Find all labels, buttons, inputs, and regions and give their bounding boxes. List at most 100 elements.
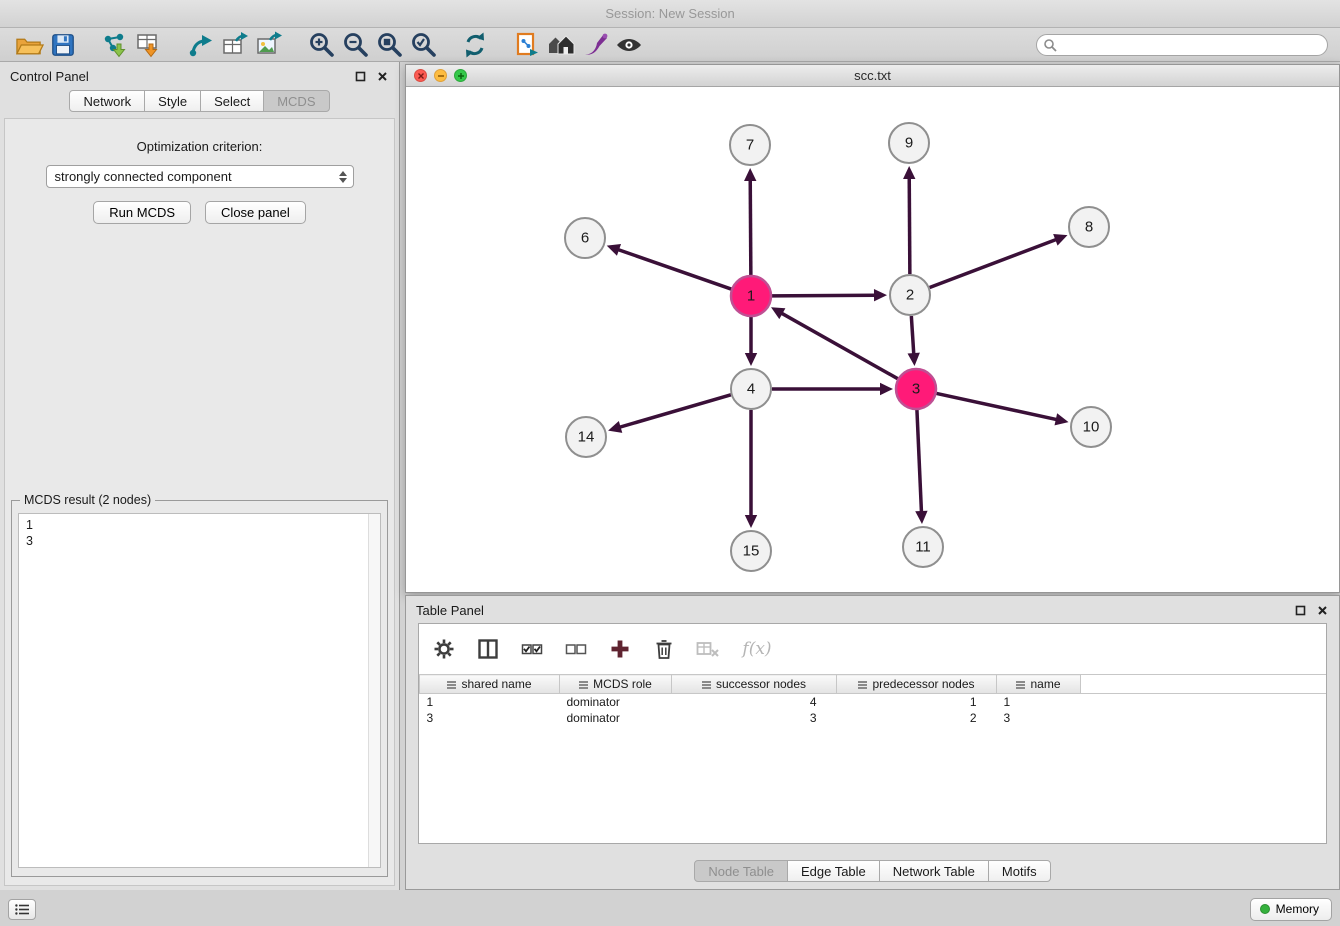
close-table-panel-button[interactable] (1316, 604, 1329, 617)
zoom-selected-button[interactable] (406, 30, 440, 60)
graph-edge-1-2[interactable] (772, 289, 887, 301)
table-cell[interactable]: 3 (672, 710, 837, 726)
import-table-button[interactable] (132, 30, 166, 60)
export-network-button[interactable] (184, 30, 218, 60)
graph-edge-3-10[interactable] (937, 393, 1069, 425)
close-panel-push-button[interactable]: Close panel (205, 201, 306, 224)
float-table-panel-button[interactable] (1294, 604, 1307, 617)
import-network-button[interactable] (98, 30, 132, 60)
graph-node-14[interactable]: 14 (566, 417, 606, 457)
table-row[interactable]: 3dominator323 (420, 710, 1327, 726)
table-cell[interactable]: dominator (560, 710, 672, 726)
graph-edge-2-9[interactable] (903, 166, 915, 274)
network-canvas[interactable]: 7 9 6 8 1 2 4 3 14 10 15 11 (406, 87, 1339, 592)
column-settings-button[interactable] (429, 635, 459, 663)
zoom-in-button[interactable] (304, 30, 338, 60)
tab-style[interactable]: Style (144, 90, 201, 112)
graph-edge-1-4[interactable] (745, 317, 757, 366)
mcds-result-box[interactable]: 13 (18, 513, 381, 868)
graph-node-7[interactable]: 7 (730, 125, 770, 165)
memory-status-icon (1260, 904, 1270, 914)
graph-node-15[interactable]: 15 (731, 531, 771, 571)
delete-table-button[interactable] (693, 635, 723, 663)
tab-network-table[interactable]: Network Table (879, 860, 989, 882)
status-bar: Memory (0, 892, 1340, 926)
criterion-dropdown[interactable]: strongly connected component (46, 165, 354, 188)
new-column-button[interactable] (605, 635, 635, 663)
graph-node-4[interactable]: 4 (731, 369, 771, 409)
task-history-button[interactable] (8, 899, 36, 920)
zoom-out-button[interactable] (338, 30, 372, 60)
column-header-name[interactable]: name (997, 675, 1081, 694)
close-panel-button[interactable] (376, 70, 389, 83)
column-menu-icon[interactable] (702, 681, 711, 683)
page-share-button[interactable] (510, 30, 544, 60)
tab-node-table[interactable]: Node Table (694, 860, 788, 882)
column-header-shared-name[interactable]: shared name (420, 675, 560, 694)
window-close-button[interactable] (414, 69, 427, 82)
tab-network[interactable]: Network (69, 90, 145, 112)
graph-edge-1-7[interactable] (744, 168, 756, 275)
graph-edge-4-14[interactable] (608, 395, 731, 433)
column-menu-icon[interactable] (447, 681, 456, 683)
table-row[interactable]: 1dominator411 (420, 694, 1327, 710)
tab-select[interactable]: Select (200, 90, 264, 112)
export-image-button[interactable] (252, 30, 286, 60)
deselect-all-rows-button[interactable] (561, 635, 591, 663)
graph-edge-2-3[interactable] (908, 316, 920, 366)
tab-edge-table[interactable]: Edge Table (787, 860, 880, 882)
zoom-fit-button[interactable] (372, 30, 406, 60)
column-menu-icon[interactable] (579, 681, 588, 683)
graph-node-11[interactable]: 11 (903, 527, 943, 567)
table-cell[interactable]: 1 (837, 694, 997, 710)
table-cell[interactable]: 1 (420, 694, 560, 710)
graph-node-10[interactable]: 10 (1071, 407, 1111, 447)
graph-node-2[interactable]: 2 (890, 275, 930, 315)
apply-style-button[interactable] (578, 30, 612, 60)
delete-column-button[interactable] (649, 635, 679, 663)
show-details-button[interactable] (612, 30, 646, 60)
table-cell[interactable]: 3 (420, 710, 560, 726)
graph-edge-4-3[interactable] (772, 383, 893, 395)
graph-edge-3-11[interactable] (915, 410, 927, 524)
table-cell[interactable] (1081, 710, 1327, 726)
result-scrollbar[interactable] (368, 514, 380, 867)
graph-node-6[interactable]: 6 (565, 218, 605, 258)
table-cell[interactable]: dominator (560, 694, 672, 710)
search-input[interactable] (1061, 38, 1321, 52)
graph-node-1[interactable]: 1 (731, 276, 771, 316)
column-header-predecessor-nodes[interactable]: predecessor nodes (837, 675, 997, 694)
show-columns-button[interactable] (473, 635, 503, 663)
float-panel-button[interactable] (354, 70, 367, 83)
table-cell[interactable]: 4 (672, 694, 837, 710)
graph-edge-4-15[interactable] (745, 410, 757, 528)
network-graph[interactable]: 7 9 6 8 1 2 4 3 14 10 15 11 (406, 87, 1339, 592)
export-table-button[interactable] (218, 30, 252, 60)
tab-motifs[interactable]: Motifs (988, 860, 1051, 882)
window-minimize-button[interactable] (434, 69, 447, 82)
column-header-mcds-role[interactable]: MCDS role (560, 675, 672, 694)
select-all-rows-button[interactable] (517, 635, 547, 663)
graph-node-9[interactable]: 9 (889, 123, 929, 163)
table-cell[interactable]: 1 (997, 694, 1081, 710)
apply-layout-button[interactable] (458, 30, 492, 60)
column-menu-icon[interactable] (858, 681, 867, 683)
memory-button[interactable]: Memory (1250, 898, 1332, 921)
graph-edge-3-1[interactable] (771, 307, 898, 378)
table-cell[interactable] (1081, 694, 1327, 710)
graph-edge-2-8[interactable] (930, 234, 1068, 288)
window-zoom-button[interactable] (454, 69, 467, 82)
table-cell[interactable]: 3 (997, 710, 1081, 726)
tab-mcds[interactable]: MCDS (263, 90, 329, 112)
table-cell[interactable]: 2 (837, 710, 997, 726)
function-builder-button[interactable]: f(x) (737, 635, 777, 663)
graph-node-8[interactable]: 8 (1069, 207, 1109, 247)
open-session-button[interactable] (12, 30, 46, 60)
graph-node-3[interactable]: 3 (896, 369, 936, 409)
column-menu-icon[interactable] (1016, 681, 1025, 683)
save-session-button[interactable] (46, 30, 80, 60)
graph-edge-1-6[interactable] (607, 244, 731, 289)
network-home-button[interactable] (544, 30, 578, 60)
run-mcds-button[interactable]: Run MCDS (93, 201, 191, 224)
column-header-successor-nodes[interactable]: successor nodes (672, 675, 837, 694)
